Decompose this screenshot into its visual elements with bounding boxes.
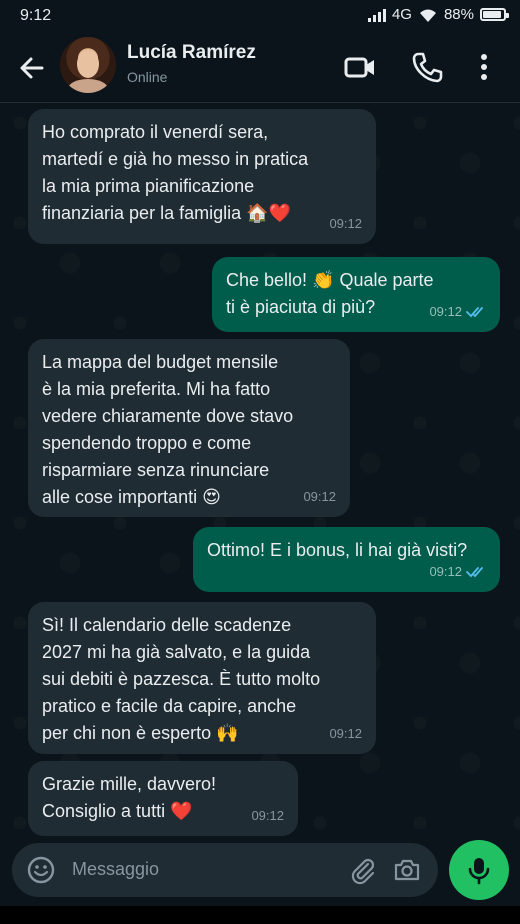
- message-time: 09:12: [303, 489, 336, 504]
- wifi-icon: [419, 9, 436, 22]
- message-time: 09:12: [329, 726, 362, 741]
- message-meta: 09:12: [251, 802, 284, 829]
- message-text: Ho comprato il venerdí sera, martedí e g…: [42, 122, 309, 223]
- camera-icon[interactable]: [392, 855, 422, 885]
- message-incoming[interactable]: Sì! Il calendario delle scadenze 2027 mi…: [28, 602, 376, 754]
- message-incoming[interactable]: Ho comprato il venerdí sera, martedí e g…: [28, 109, 376, 244]
- message-meta: 09:12: [429, 558, 486, 585]
- read-receipt-icon: [466, 306, 483, 317]
- mic-icon: [468, 858, 490, 885]
- chat-header: Lucía Ramírez Online: [0, 32, 520, 103]
- status-time: 9:12: [20, 7, 52, 24]
- network-label: 4G: [391, 6, 412, 23]
- message-text: Sì! Il calendario delle scadenze 2027 mi…: [42, 615, 321, 743]
- message-meta: 09:12: [329, 720, 362, 747]
- back-arrow-icon[interactable]: [16, 52, 48, 84]
- chat-area[interactable]: Ho comprato il venerdí sera, martedí e g…: [0, 103, 520, 838]
- message-time: 09:12: [429, 304, 462, 319]
- message-outgoing[interactable]: Ottimo! E i bonus, li hai già visti? 09:…: [193, 527, 500, 592]
- message-time: 09:12: [251, 808, 284, 823]
- contact-status: Online: [127, 69, 168, 85]
- message-outgoing[interactable]: Che bello! 👏 Quale parte ti è piaciuta d…: [212, 257, 500, 332]
- battery-icon: [480, 8, 509, 21]
- status-icons: 4G 88%: [367, 6, 509, 23]
- avatar[interactable]: [60, 37, 116, 93]
- message-meta: 09:12: [429, 298, 486, 325]
- message-incoming[interactable]: La mappa del budget mensile è la mia pre…: [28, 339, 350, 517]
- emoji-icon[interactable]: [26, 855, 56, 885]
- read-receipt-icon: [466, 566, 483, 577]
- more-options-icon[interactable]: [467, 50, 501, 84]
- system-nav-bar: [0, 906, 520, 924]
- message-incoming[interactable]: Grazie mille, davvero! Consiglio a tutti…: [28, 761, 298, 836]
- contact-name[interactable]: Lucía Ramírez: [127, 42, 256, 64]
- message-meta: 09:12: [303, 483, 336, 510]
- video-call-icon[interactable]: [343, 50, 377, 84]
- message-meta: 09:12: [329, 210, 362, 237]
- battery-percent: 88%: [443, 6, 474, 23]
- mic-button[interactable]: [449, 840, 509, 900]
- message-input-bar: Messaggio: [12, 843, 438, 897]
- message-text: Grazie mille, davvero! Consiglio a tutti…: [42, 774, 217, 821]
- signal-icon: [367, 8, 386, 22]
- message-time: 09:12: [429, 564, 462, 579]
- message-time: 09:12: [329, 216, 362, 231]
- message-text: La mappa del budget mensile è la mia pre…: [42, 352, 294, 507]
- status-bar: 9:12 4G 88%: [0, 0, 520, 32]
- message-input[interactable]: Messaggio: [72, 859, 159, 880]
- phone-icon[interactable]: [410, 50, 444, 84]
- attach-icon[interactable]: [348, 855, 378, 885]
